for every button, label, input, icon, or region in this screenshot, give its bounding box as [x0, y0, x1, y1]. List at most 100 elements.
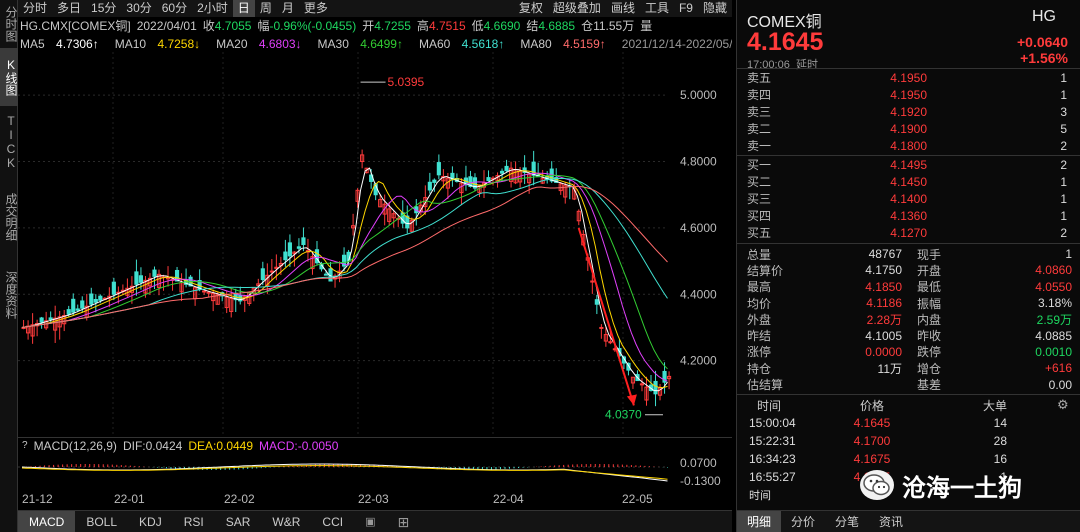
candle	[432, 179, 437, 183]
tab-wr[interactable]: W&R	[261, 511, 311, 532]
bid-row[interactable]: 买五 4.1270 2	[737, 224, 1080, 241]
period-month[interactable]: 月	[277, 0, 299, 17]
y-tick-label: 4.2000	[680, 354, 717, 368]
watermark-text: 沧海一土狗	[902, 473, 1022, 502]
y-tick-label: 5.0000	[680, 88, 717, 102]
bid-row[interactable]: 买三 4.1400 1	[737, 190, 1080, 207]
side-tab-kline[interactable]: K线图	[0, 48, 18, 106]
ma60-label: MA60 4.5618↑	[418, 36, 505, 51]
tab-boll[interactable]: BOLL	[75, 511, 128, 532]
change-pct: +1.56%	[1020, 50, 1068, 66]
period-timeshare[interactable]: 分时	[18, 0, 52, 17]
period-day[interactable]: 日	[232, 0, 255, 17]
macd-chart[interactable]: 0.0700 -0.1300	[18, 453, 732, 490]
ma-line	[21, 167, 668, 392]
candle	[93, 299, 98, 303]
tab-price-dist[interactable]: 分价	[781, 511, 825, 532]
settle-value: 4.6885	[538, 18, 576, 33]
bid-row[interactable]: 买一 4.1495 2	[737, 156, 1080, 173]
watermark: 沧海一土狗	[860, 468, 1060, 502]
candle	[260, 268, 265, 281]
bid-row[interactable]: 买四 4.1360 1	[737, 207, 1080, 224]
indicator-settings-icon[interactable]: ▣	[354, 511, 386, 532]
period-2h[interactable]: 2小时	[192, 0, 233, 17]
overlay-button[interactable]: 超级叠加	[548, 0, 606, 17]
tab-kdj[interactable]: KDJ	[128, 511, 173, 532]
macd-expand-icon[interactable]: ?	[22, 440, 28, 451]
candle-info-bar: HG.CMX[COMEX铜] 2022/04/01 收 4.7055 幅 -0.96…	[20, 18, 653, 34]
candle	[134, 271, 139, 285]
dea-line	[21, 465, 668, 480]
y-tick-label: 4.4000	[680, 287, 717, 301]
ask-row[interactable]: 卖三 4.1920 3	[737, 103, 1080, 120]
bid-row[interactable]: 买二 4.1450 1	[737, 173, 1080, 190]
period-multiday[interactable]: 多日	[52, 0, 86, 17]
candle	[89, 293, 94, 305]
date-tick: 22-01	[114, 492, 145, 506]
candle	[202, 290, 207, 293]
candle	[599, 326, 604, 329]
candle	[75, 308, 80, 311]
hide-button[interactable]: 隐藏	[698, 0, 732, 17]
last-price: 4.1645	[747, 28, 824, 56]
kline-chart[interactable]: 5.0000 4.8000 4.6000 4.4000 4.2000 5.0395 4.03…	[18, 52, 732, 437]
stats-row: 最高 4.1850 最低 4.0550	[747, 279, 1072, 295]
tab-macd[interactable]: MACD	[18, 510, 76, 532]
oi-value: 11.55万	[593, 19, 635, 33]
period-60m[interactable]: 60分	[157, 0, 192, 17]
candle	[301, 237, 306, 245]
ask-row[interactable]: 卖四 4.1950 1	[737, 86, 1080, 103]
ma-line	[21, 177, 668, 328]
high-marker-label: 5.0395	[388, 75, 425, 89]
ask-row[interactable]: 卖二 4.1900 5	[737, 120, 1080, 137]
adjust-button[interactable]: 复权	[514, 0, 548, 17]
candle	[269, 270, 274, 273]
candle	[283, 251, 288, 261]
tools-button[interactable]: 工具	[640, 0, 674, 17]
stats-row: 估结算 基差 0.00	[747, 377, 1072, 393]
ma80-label: MA80 4.5159↑	[520, 36, 606, 51]
candle	[653, 380, 658, 395]
tab-news[interactable]: 资讯	[869, 511, 913, 532]
low-marker-label: 4.0370	[605, 408, 642, 422]
candle	[427, 181, 432, 191]
side-tab-tick[interactable]: TICK	[0, 106, 18, 178]
candle	[66, 309, 71, 315]
divider	[737, 243, 1080, 244]
macd-value: -0.0050	[297, 438, 339, 453]
period-more[interactable]: 更多	[299, 0, 333, 17]
tab-detail[interactable]: 明细	[737, 511, 782, 532]
y-tick-label: 4.6000	[680, 221, 717, 235]
f9-button[interactable]: F9	[674, 0, 698, 17]
tab-cci[interactable]: CCI	[311, 511, 354, 532]
stats-table: 总量 48767 现手 1 结算价 4.1750 开盘 4.0860 最高 4.1850 最低 4.0…	[737, 246, 1080, 393]
tab-sar[interactable]: SAR	[215, 511, 262, 532]
side-tab-timeshare[interactable]: 分时图	[0, 0, 18, 48]
period-15m[interactable]: 15分	[86, 0, 121, 17]
tab-rsi[interactable]: RSI	[173, 511, 215, 532]
side-tab-depth[interactable]: 深度资料	[0, 256, 18, 334]
add-indicator-icon[interactable]: ⊞	[386, 511, 420, 532]
tab-ticks[interactable]: 分笔	[825, 511, 869, 532]
ma-range-overlay: 2021/12/14-2022/05/13(110日)	[621, 37, 732, 51]
period-30m[interactable]: 30分	[121, 0, 156, 17]
trades-settings-icon[interactable]: ⚙	[1057, 397, 1069, 413]
low-value: 4.6690	[483, 18, 521, 33]
trade-row: 15:22:31 4.1700 28	[749, 434, 1007, 448]
date-tick: 21-12	[22, 492, 53, 506]
change-value: -0.96%(-0.0455)	[269, 18, 357, 33]
candle	[436, 162, 441, 176]
date-tick: 22-04	[493, 492, 524, 506]
period-week[interactable]: 周	[255, 0, 277, 17]
kline-svg: 5.0000 4.8000 4.6000 4.4000 4.2000 5.0395 4.03…	[18, 52, 717, 437]
ask-row[interactable]: 卖五 4.1950 1	[737, 69, 1080, 86]
instrument-code: HG	[1032, 8, 1056, 25]
volume-label: 量	[640, 19, 653, 33]
candle	[98, 295, 103, 301]
candle	[152, 269, 157, 277]
side-tab-trades[interactable]: 成交明细	[0, 178, 18, 256]
ask-row[interactable]: 卖一 4.1800 2	[737, 137, 1080, 154]
indicator-tabs: MACD BOLL KDJ RSI SAR W&R CCI ▣ ⊞	[18, 510, 732, 532]
macd-header: ? MACD(12,26,9) DIF: 0.0424 DEA: 0.0449 MA…	[18, 437, 732, 453]
draw-button[interactable]: 画线	[606, 0, 640, 17]
